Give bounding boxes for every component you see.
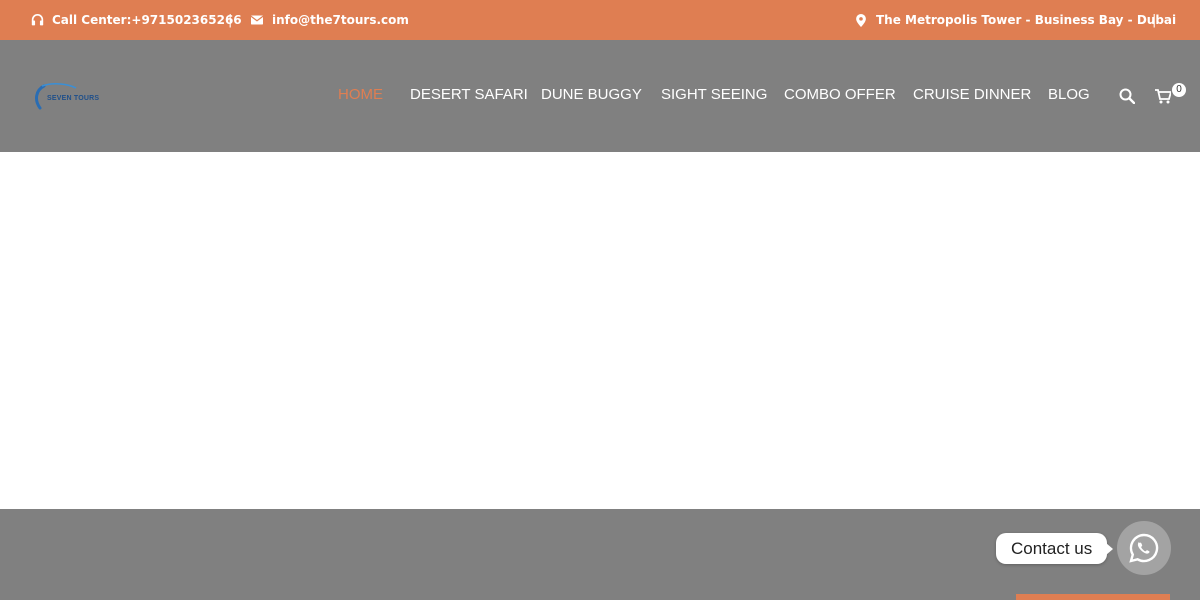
whatsapp-button[interactable] xyxy=(1117,521,1171,575)
whatsapp-icon xyxy=(1129,533,1159,563)
site-logo[interactable]: SEVEN TOURS xyxy=(34,82,106,114)
main-header: SEVEN TOURS HOME DESERT SAFARI DUNE BUGG… xyxy=(0,40,1200,152)
envelope-icon xyxy=(250,13,264,27)
cart-icon[interactable] xyxy=(1155,88,1173,104)
map-marker-icon xyxy=(854,13,868,27)
nav-combo-offer[interactable]: COMBO OFFER xyxy=(784,86,896,104)
email-contact[interactable]: info@the7tours.com xyxy=(250,0,409,40)
address-info: The Metropolis Tower - Business Bay - Du… xyxy=(854,0,1176,40)
nav-sight-seeing[interactable]: SIGHT SEEING xyxy=(661,86,767,104)
nav-home[interactable]: HOME xyxy=(338,86,383,104)
search-icon[interactable] xyxy=(1119,88,1136,105)
nav-blog[interactable]: BLOG xyxy=(1048,86,1090,104)
email-text: info@the7tours.com xyxy=(272,13,409,27)
contact-us-bubble[interactable]: Contact us xyxy=(996,533,1114,564)
nav-cruise-dinner[interactable]: CRUISE DINNER xyxy=(913,86,1031,104)
topbar-separator: | xyxy=(228,12,233,28)
accent-strip xyxy=(1016,594,1170,600)
hero-area xyxy=(0,152,1200,509)
nav-desert-safari[interactable]: DESERT SAFARI xyxy=(410,86,528,104)
logo-text: SEVEN TOURS xyxy=(47,95,100,102)
cart-count-badge: 0 xyxy=(1172,83,1186,97)
phone-contact[interactable]: Call Center:+971502365266 xyxy=(30,0,242,40)
headset-icon xyxy=(30,13,44,27)
phone-text: Call Center:+971502365266 xyxy=(52,13,242,27)
address-text: The Metropolis Tower - Business Bay - Du… xyxy=(876,13,1177,27)
nav-dune-buggy[interactable]: DUNE BUGGY xyxy=(541,86,642,104)
topbar-separator: | xyxy=(1152,12,1157,28)
top-info-bar: Call Center:+971502365266 | info@the7tou… xyxy=(0,0,1200,40)
